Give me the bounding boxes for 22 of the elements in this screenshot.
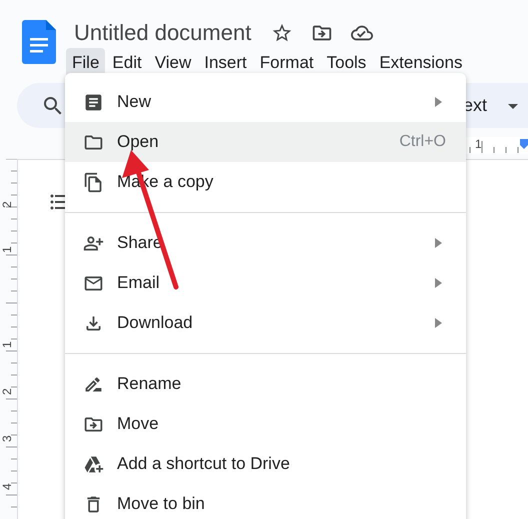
ruler-ticks (470, 140, 518, 154)
menu-item[interactable]: Move to bin (65, 484, 466, 519)
ruler-number: 1 (0, 246, 14, 253)
ruler-number: 1 (0, 341, 14, 348)
document-title[interactable]: Untitled document (74, 20, 252, 46)
shortcut-text: Ctrl+O (399, 133, 446, 151)
star-icon[interactable] (271, 22, 294, 44)
menu-item[interactable]: Open Ctrl+O (65, 122, 466, 162)
indent-marker-icon[interactable] (520, 139, 528, 149)
menu-item[interactable]: New (65, 82, 466, 122)
ruler-number: 3 (0, 435, 14, 442)
menu-item[interactable]: Move (65, 404, 466, 444)
ruler-number: 2 (0, 201, 14, 208)
menu-item[interactable]: Add a shortcut to Drive (65, 444, 466, 484)
drive-add-icon (83, 454, 105, 474)
docs-logo-icon (22, 20, 56, 64)
menu-item[interactable]: Rename (65, 364, 466, 404)
ruler-number: 4 (0, 483, 14, 490)
menu-item[interactable]: Email (65, 263, 466, 303)
ruler-number: 2 (0, 388, 14, 395)
ruler-number: 1 (475, 137, 482, 151)
menu-item[interactable]: Download (65, 303, 466, 343)
